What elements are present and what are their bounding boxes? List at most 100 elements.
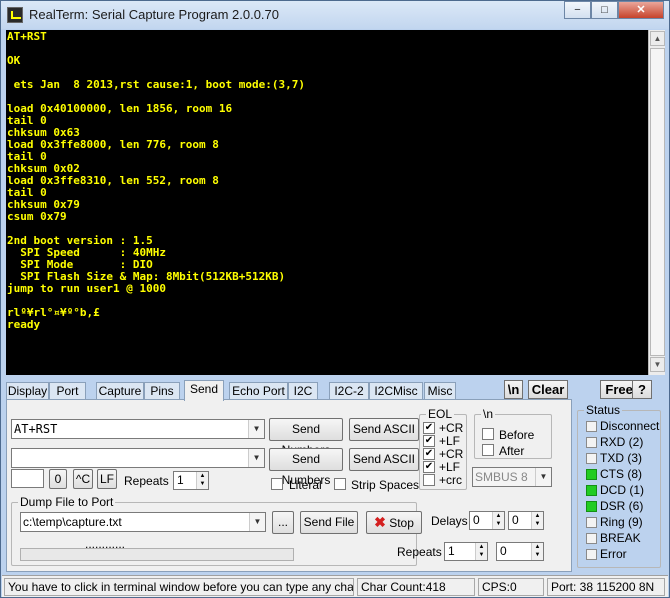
- eol-label: +crc: [439, 473, 463, 487]
- app-icon: [7, 7, 23, 23]
- status-hint: You have to click in terminal window bef…: [4, 578, 354, 596]
- delay1-spinner[interactable]: 0 ▲ ▼: [469, 511, 505, 530]
- status-led-icon: [586, 469, 597, 480]
- status-led-label: CTS (8): [600, 467, 642, 481]
- send-numbers-button-1[interactable]: Send Numbers: [269, 418, 343, 457]
- dump-repeats1-value: 1: [448, 544, 455, 558]
- eol-label: +LF: [439, 434, 461, 448]
- eol-title: EOL: [426, 407, 455, 421]
- status-panel: Status Disconnect RXD (2) TXD (3) CTS (8) DC…: [577, 402, 663, 568]
- tab-send[interactable]: Send: [184, 380, 224, 401]
- delay2-spinner[interactable]: 0 ▲ ▼: [508, 511, 544, 530]
- tab-pins[interactable]: Pins: [144, 382, 180, 400]
- status-led-label: BREAK: [600, 531, 641, 545]
- status-led-label: Error: [600, 547, 627, 561]
- dump-file-path: c:\temp\capture.txt: [23, 515, 122, 529]
- send-ascii-button-1[interactable]: Send ASCII: [349, 418, 419, 441]
- eol-checkbox[interactable]: ✔: [423, 461, 435, 473]
- scroll-thumb[interactable]: [650, 48, 665, 356]
- tab-misc[interactable]: Misc: [424, 382, 456, 400]
- repeats-spinner[interactable]: 1 ▲ ▼: [173, 471, 209, 490]
- dump-repeats1-spinner[interactable]: 1 ▲ ▼: [444, 542, 488, 561]
- stop-button[interactable]: ✖ Stop: [366, 511, 422, 534]
- status-led-label: RXD (2): [600, 435, 644, 449]
- dump-file-path-combo[interactable]: c:\temp\capture.txt ▼: [20, 512, 266, 532]
- eol-group: EOL ✔ +CR ✔ +LF ✔ +CR ✔ +LF +crc: [419, 407, 467, 490]
- zero-button[interactable]: 0: [49, 469, 67, 489]
- title-bar[interactable]: RealTerm: Serial Capture Program 2.0.0.7…: [1, 1, 669, 29]
- strip-spaces-checkbox[interactable]: [334, 478, 346, 490]
- spin-arrows-icon[interactable]: ▲ ▼: [475, 543, 487, 560]
- dump-repeats2-value: 0: [500, 544, 507, 558]
- repeats-label: Repeats: [124, 474, 169, 488]
- eol-label: +CR: [439, 447, 464, 461]
- chevron-down-icon[interactable]: ▼: [535, 468, 551, 486]
- help-button[interactable]: ?: [632, 380, 652, 399]
- eol-checkbox[interactable]: ✔: [423, 422, 435, 434]
- send-file-button[interactable]: Send File: [300, 511, 358, 534]
- tab-port[interactable]: Port: [49, 382, 86, 400]
- tab-i2cmisc[interactable]: I2CMisc: [369, 382, 423, 400]
- terminal-output[interactable]: AT+RST OK ets Jan 8 2013,rst cause:1, boo…: [6, 30, 648, 375]
- terminal-scrollbar[interactable]: ▲ ▼: [648, 30, 665, 375]
- terminal-line: load 0x40100000, len 1856, room 16: [7, 102, 233, 115]
- dump-file-title: Dump File to Port: [18, 495, 116, 509]
- realterm-window: RealTerm: Serial Capture Program 2.0.0.7…: [0, 0, 670, 598]
- status-led-label: DCD (1): [600, 483, 644, 497]
- status-char-count: Char Count:418: [357, 578, 475, 596]
- chevron-down-icon[interactable]: ▼: [249, 513, 265, 531]
- browse-button[interactable]: ...: [272, 511, 294, 534]
- literal-checkbox[interactable]: [271, 478, 283, 490]
- smbus-select[interactable]: SMBUS 8 ▼: [472, 467, 552, 487]
- eol-checkbox[interactable]: ✔: [423, 435, 435, 447]
- status-led-icon: [586, 485, 597, 496]
- dump-repeats2-spinner[interactable]: 0 ▲ ▼: [496, 542, 544, 561]
- close-button[interactable]: ✕: [618, 1, 664, 19]
- before-label: Before: [499, 428, 535, 442]
- spin-arrows-icon[interactable]: ▲ ▼: [531, 512, 543, 529]
- dump-repeats-label: Repeats: [397, 545, 442, 559]
- after-checkbox[interactable]: [482, 444, 494, 456]
- send-line1-combo[interactable]: AT+RST ▼: [11, 419, 265, 439]
- before-checkbox[interactable]: [482, 428, 494, 440]
- spin-arrows-icon[interactable]: ▲ ▼: [531, 543, 543, 560]
- status-port: Port: 38 115200 8N: [547, 578, 665, 596]
- spin-arrows-icon[interactable]: ▲ ▼: [492, 512, 504, 529]
- terminal-line: ready: [7, 318, 41, 331]
- tab-i2c-2[interactable]: I2C-2: [329, 382, 369, 400]
- clear-button[interactable]: Clear: [528, 380, 568, 399]
- tab-display[interactable]: Display: [6, 382, 49, 400]
- status-led-label: DSR (6): [600, 499, 644, 513]
- minimize-button[interactable]: −: [564, 1, 591, 19]
- stop-label: Stop: [389, 516, 414, 530]
- status-led-icon: [586, 501, 597, 512]
- terminal-line: chksum 0x79: [7, 198, 80, 211]
- lf-button[interactable]: LF: [97, 469, 117, 489]
- terminal-line: load 0x3ffe8000, len 776, room 8: [7, 138, 219, 151]
- repeat-char-input[interactable]: [11, 469, 44, 488]
- dump-progress-bar: [20, 548, 294, 561]
- send-numbers-button-2[interactable]: Send Numbers: [269, 448, 343, 487]
- ctrl-c-button[interactable]: ^C: [73, 469, 93, 489]
- newline-button[interactable]: \n: [504, 380, 523, 399]
- maximize-button[interactable]: □: [591, 1, 618, 19]
- newline-title: \n: [481, 407, 496, 421]
- eol-checkbox[interactable]: ✔: [423, 448, 435, 460]
- spin-arrows-icon[interactable]: ▲ ▼: [196, 472, 208, 489]
- terminal-line: AT+RST: [7, 30, 47, 43]
- send-line2-combo[interactable]: ▼: [11, 448, 265, 468]
- stop-icon: ✖: [374, 514, 386, 530]
- status-bar: You have to click in terminal window bef…: [2, 575, 668, 597]
- tab-capture[interactable]: Capture: [96, 382, 144, 400]
- send-ascii-button-2[interactable]: Send ASCII: [349, 448, 419, 471]
- chevron-down-icon[interactable]: ▼: [248, 420, 264, 438]
- eol-checkbox[interactable]: [423, 474, 435, 486]
- scroll-up-icon[interactable]: ▲: [650, 31, 665, 46]
- chevron-down-icon[interactable]: ▼: [248, 449, 264, 467]
- status-led-icon: [586, 549, 597, 560]
- scroll-down-icon[interactable]: ▼: [650, 357, 665, 372]
- tab-i2c[interactable]: I2C: [288, 382, 318, 400]
- tab-echo-port[interactable]: Echo Port: [229, 382, 288, 400]
